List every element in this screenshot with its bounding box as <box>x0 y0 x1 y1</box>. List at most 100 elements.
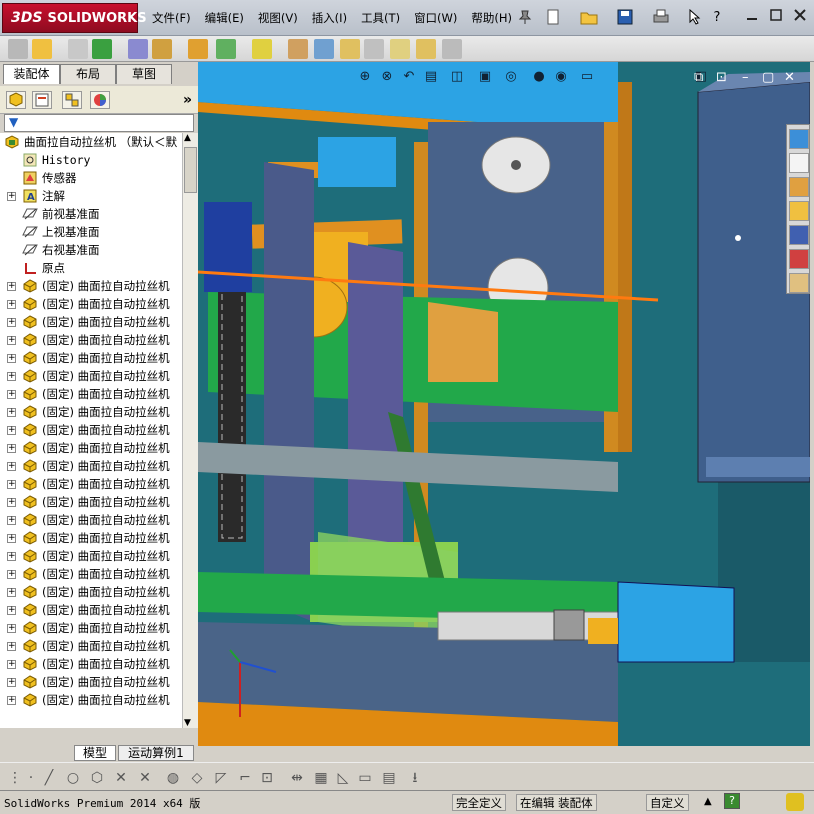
open-folder-icon[interactable] <box>580 9 598 27</box>
new-document-icon[interactable] <box>544 9 562 27</box>
tree-component-row[interactable]: + (固定) 曲面拉自动拉丝机 <box>0 601 182 619</box>
interference-detection-icon[interactable] <box>390 39 410 59</box>
grid-icon[interactable]: ▦ <box>312 769 330 787</box>
tree-component-row[interactable]: + (固定) 曲面拉自动拉丝机 <box>0 421 182 439</box>
linear-pattern-icon[interactable] <box>92 39 112 59</box>
line-icon[interactable]: ╱ <box>40 769 58 787</box>
polygon-icon[interactable]: ⬡ <box>88 769 106 787</box>
print-icon[interactable] <box>652 9 670 27</box>
table2-icon[interactable]: ▤ <box>380 769 398 787</box>
tree-component-row[interactable]: + (固定) 曲面拉自动拉丝机 <box>0 529 182 547</box>
tree-item[interactable]: 原点 <box>0 259 182 277</box>
expand-toggle-icon[interactable]: + <box>7 426 16 435</box>
new-motion-study-icon[interactable] <box>288 39 308 59</box>
expand-toggle-icon[interactable]: + <box>7 462 16 471</box>
scroll-up-icon[interactable]: ▲ <box>184 133 191 143</box>
custom-properties-icon[interactable] <box>789 273 809 293</box>
expand-toggle-icon[interactable]: + <box>7 300 16 309</box>
expand-toggle-icon[interactable]: + <box>7 606 16 615</box>
appearances-icon[interactable] <box>789 249 809 269</box>
smart-fastener-icon[interactable] <box>128 39 148 59</box>
tree-scrollbar[interactable]: ▲ ▼ <box>182 133 198 728</box>
mirror-icon[interactable]: ◇ <box>188 769 206 787</box>
expand-toggle-icon[interactable]: + <box>7 408 16 417</box>
restore-icon[interactable] <box>766 8 786 26</box>
tree-component-row[interactable]: + (固定) 曲面拉自动拉丝机 <box>0 277 182 295</box>
move-component-icon[interactable] <box>152 39 172 59</box>
previous-view-icon[interactable]: ↶ <box>400 68 418 86</box>
zoom-to-fit-icon[interactable]: ⊕ <box>356 68 374 86</box>
pointer-icon[interactable] <box>686 8 704 27</box>
doc-minimize-icon[interactable]: – <box>742 70 749 85</box>
move-entities-icon[interactable]: ⭳ <box>406 769 424 787</box>
expand-panel-icon[interactable]: » <box>183 92 192 108</box>
tree-item[interactable]: + A 注解 <box>0 187 182 205</box>
home-icon[interactable] <box>789 153 809 173</box>
display-style-icon[interactable]: ▣ <box>476 68 494 86</box>
display-manager-icon[interactable] <box>90 91 110 109</box>
view-settings-icon[interactable]: ▭ <box>578 68 596 86</box>
tree-component-row[interactable]: + (固定) 曲面拉自动拉丝机 <box>0 313 182 331</box>
expand-toggle-icon[interactable]: + <box>7 336 16 345</box>
expand-toggle-icon[interactable]: + <box>7 282 16 291</box>
tree-component-row[interactable]: + (固定) 曲面拉自动拉丝机 <box>0 547 182 565</box>
tree-item[interactable]: 右视基准面 <box>0 241 182 259</box>
expand-toggle-icon[interactable]: + <box>7 516 16 525</box>
expand-toggle-icon[interactable]: + <box>7 678 16 687</box>
menu-insert[interactable]: 插入(I) <box>306 10 353 26</box>
tab-sketch[interactable]: 草图 <box>116 64 172 84</box>
assembly-features-icon[interactable] <box>216 39 236 59</box>
tree-component-row[interactable]: + (固定) 曲面拉自动拉丝机 <box>0 673 182 691</box>
expand-toggle-icon[interactable]: + <box>7 588 16 597</box>
tree-component-row[interactable]: + (固定) 曲面拉自动拉丝机 <box>0 439 182 457</box>
reference-geometry-icon[interactable] <box>252 39 272 59</box>
graphics-area[interactable] <box>198 62 810 746</box>
tab-model[interactable]: 模型 <box>74 745 116 761</box>
view-orientation-icon[interactable]: ◫ <box>448 68 466 86</box>
expand-toggle-icon[interactable]: + <box>7 642 16 651</box>
scroll-thumb[interactable] <box>184 147 197 193</box>
tree-component-row[interactable]: + (固定) 曲面拉自动拉丝机 <box>0 349 182 367</box>
point-icon[interactable]: · <box>22 769 40 787</box>
table-icon[interactable]: ▭ <box>356 769 374 787</box>
paperclip-icon[interactable] <box>68 39 88 59</box>
expand-toggle-icon[interactable]: + <box>7 534 16 543</box>
help-question-icon[interactable]: ? <box>724 793 740 809</box>
tree-component-row[interactable]: + (固定) 曲面拉自动拉丝机 <box>0 583 182 601</box>
pin-icon[interactable] <box>516 9 534 27</box>
expand-toggle-icon[interactable]: + <box>7 498 16 507</box>
design-library-icon[interactable] <box>789 177 809 197</box>
hide-show-icon[interactable] <box>188 39 208 59</box>
construction-icon[interactable]: ⊡ <box>258 769 276 787</box>
tree-component-row[interactable]: + (固定) 曲面拉自动拉丝机 <box>0 295 182 313</box>
tree-component-row[interactable]: + (固定) 曲面拉自动拉丝机 <box>0 619 182 637</box>
triangle-icon[interactable]: ◺ <box>334 769 352 787</box>
units-dropdown-icon[interactable]: ▲ <box>704 796 712 807</box>
menu-window[interactable]: 窗口(W) <box>408 10 463 26</box>
tree-component-row[interactable]: + (固定) 曲面拉自动拉丝机 <box>0 691 182 709</box>
expand-toggle-icon[interactable]: + <box>7 480 16 489</box>
help-icon[interactable]: ? <box>708 9 726 27</box>
expand-toggle-icon[interactable]: + <box>7 696 16 705</box>
solidworks-logo[interactable]: 3DS SOLIDWORKS <box>2 3 147 33</box>
clearance-verification-icon[interactable] <box>416 39 436 59</box>
menu-help[interactable]: 帮助(H) <box>465 10 518 26</box>
expand-toggle-icon[interactable]: + <box>7 318 16 327</box>
close-icon[interactable] <box>790 8 810 26</box>
property-manager-icon[interactable] <box>32 91 52 109</box>
tree-item[interactable]: 上视基准面 <box>0 223 182 241</box>
tree-component-row[interactable]: + (固定) 曲面拉自动拉丝机 <box>0 493 182 511</box>
corner-rect-icon[interactable]: ⌐ <box>236 769 254 787</box>
zoom-to-area-icon[interactable]: ⊗ <box>378 68 396 86</box>
expand-toggle-icon[interactable]: + <box>7 552 16 561</box>
tree-component-row[interactable]: + (固定) 曲面拉自动拉丝机 <box>0 655 182 673</box>
tree-component-row[interactable]: + (固定) 曲面拉自动拉丝机 <box>0 637 182 655</box>
insert-component-icon[interactable] <box>8 39 28 59</box>
menu-tools[interactable]: 工具(T) <box>355 10 406 26</box>
solidworks-resources-icon[interactable] <box>789 129 809 149</box>
menu-file[interactable]: 文件(F) <box>146 10 197 26</box>
expand-toggle-icon[interactable]: + <box>7 570 16 579</box>
expand-toggle-icon[interactable]: + <box>7 354 16 363</box>
tile-icon[interactable]: ⧉ <box>694 70 703 85</box>
bill-of-materials-icon[interactable] <box>314 39 334 59</box>
